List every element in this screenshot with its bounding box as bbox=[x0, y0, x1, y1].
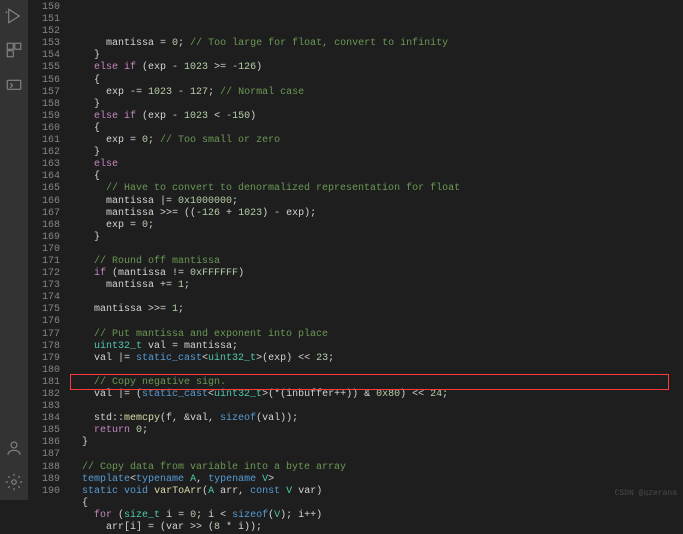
remote-icon[interactable] bbox=[4, 74, 24, 94]
gear-icon[interactable] bbox=[4, 472, 24, 492]
watermark: CSDN @qzerana bbox=[615, 489, 677, 498]
line-number-gutter: 1501511521531541551561571581591601611621… bbox=[28, 0, 70, 500]
account-icon[interactable] bbox=[4, 438, 24, 458]
run-debug-icon[interactable] bbox=[4, 6, 24, 26]
code-editor[interactable]: 1501511521531541551561571581591601611621… bbox=[28, 0, 683, 500]
activity-bar bbox=[0, 0, 28, 500]
code-area[interactable]: mantissa = 0; // Too large for float, co… bbox=[70, 0, 683, 500]
extensions-icon[interactable] bbox=[4, 40, 24, 60]
